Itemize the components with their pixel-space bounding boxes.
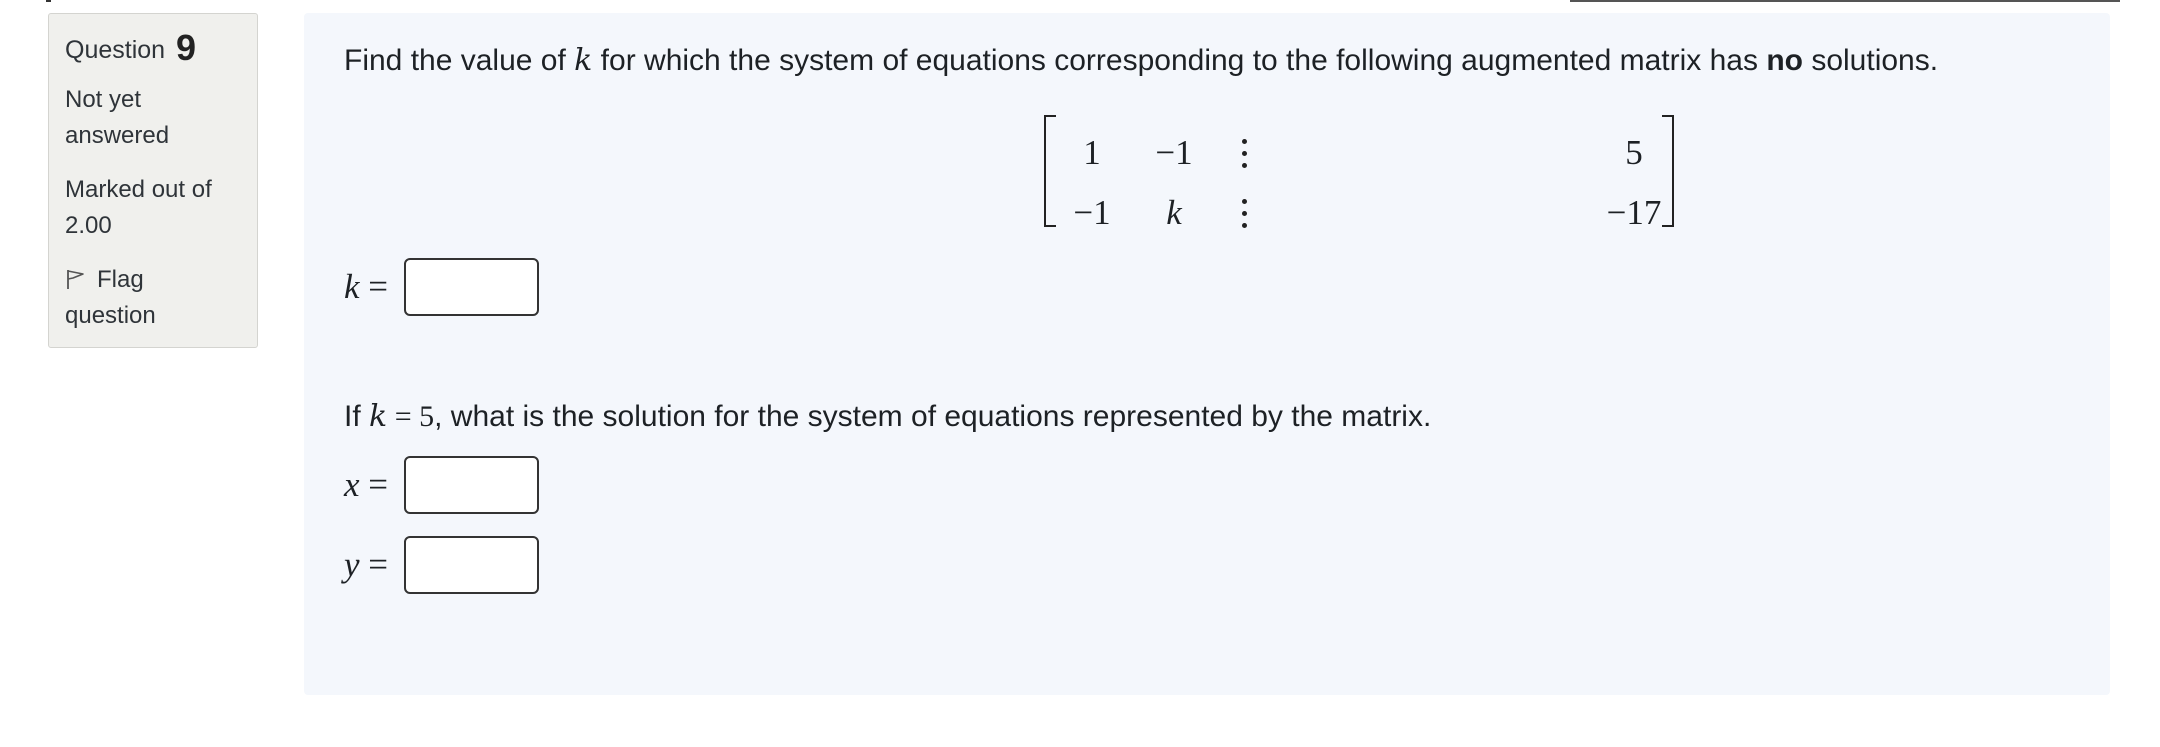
prompt2-text-end: , what is the solution for the system of… [434, 400, 1432, 433]
answer-k-label: k = [344, 267, 404, 307]
question-number: Question 9 [65, 30, 241, 66]
answer-k-var: k [344, 267, 360, 306]
answer-x-var: x [344, 465, 360, 504]
prompt2-variable-k: k [369, 399, 388, 434]
flag-question-link[interactable]: Flag question [65, 262, 241, 334]
prompt-text-end: solutions. [1802, 44, 1939, 77]
matrix-cell-r2c2: k [1166, 193, 1182, 232]
question-prompt: Find the value of k for which the system… [344, 39, 1938, 83]
answer-x-eq: = [359, 465, 389, 504]
prompt-emphasis: no [1766, 44, 1803, 77]
answer-x-input[interactable] [404, 456, 539, 514]
question-info-panel: Question 9 Not yet answered Marked out o… [48, 13, 258, 348]
flag-icon [65, 265, 87, 289]
question-grade: Marked out of 2.00 [65, 176, 212, 239]
answer-k-input[interactable] [404, 258, 539, 316]
question-content: Find the value of k for which the system… [304, 13, 2110, 695]
question-label: Question [65, 36, 166, 64]
answer-row-k: k = [344, 256, 539, 318]
matrix-cell-r1c3: 5 [1625, 133, 1643, 172]
top-rule [1570, 0, 2120, 2]
augmented-matrix: 1 −1 5 −1 k −17 [1042, 111, 1682, 236]
prompt-variable-k: k [574, 43, 593, 78]
matrix-separator-r1 [1242, 139, 1248, 171]
answer-y-label: y = [344, 545, 404, 585]
answer-k-eq: = [359, 267, 389, 306]
matrix-cell-r1c2: −1 [1155, 133, 1193, 172]
prompt-text-middle: for which the system of equations corres… [592, 44, 1767, 77]
answer-row-y: y = [344, 534, 539, 596]
answer-y-eq: = [359, 545, 389, 584]
prompt-text-start: Find the value of [344, 44, 575, 77]
answer-y-var: y [344, 545, 360, 584]
matrix-cell-r2c3: −17 [1606, 193, 1662, 232]
answer-y-input[interactable] [404, 536, 539, 594]
answer-x-label: x = [344, 465, 404, 505]
answer-row-x: x = [344, 454, 539, 516]
prompt2-eq: = 5 [387, 400, 435, 433]
prompt2-text-start: If [344, 400, 370, 433]
matrix-separator-r2 [1242, 199, 1248, 231]
question-state: Not yet answered [65, 86, 170, 149]
question-number-value: 9 [176, 27, 197, 68]
question-prompt-2: If k = 5, what is the solution for the s… [344, 395, 1431, 439]
top-rule-left [46, 0, 51, 2]
